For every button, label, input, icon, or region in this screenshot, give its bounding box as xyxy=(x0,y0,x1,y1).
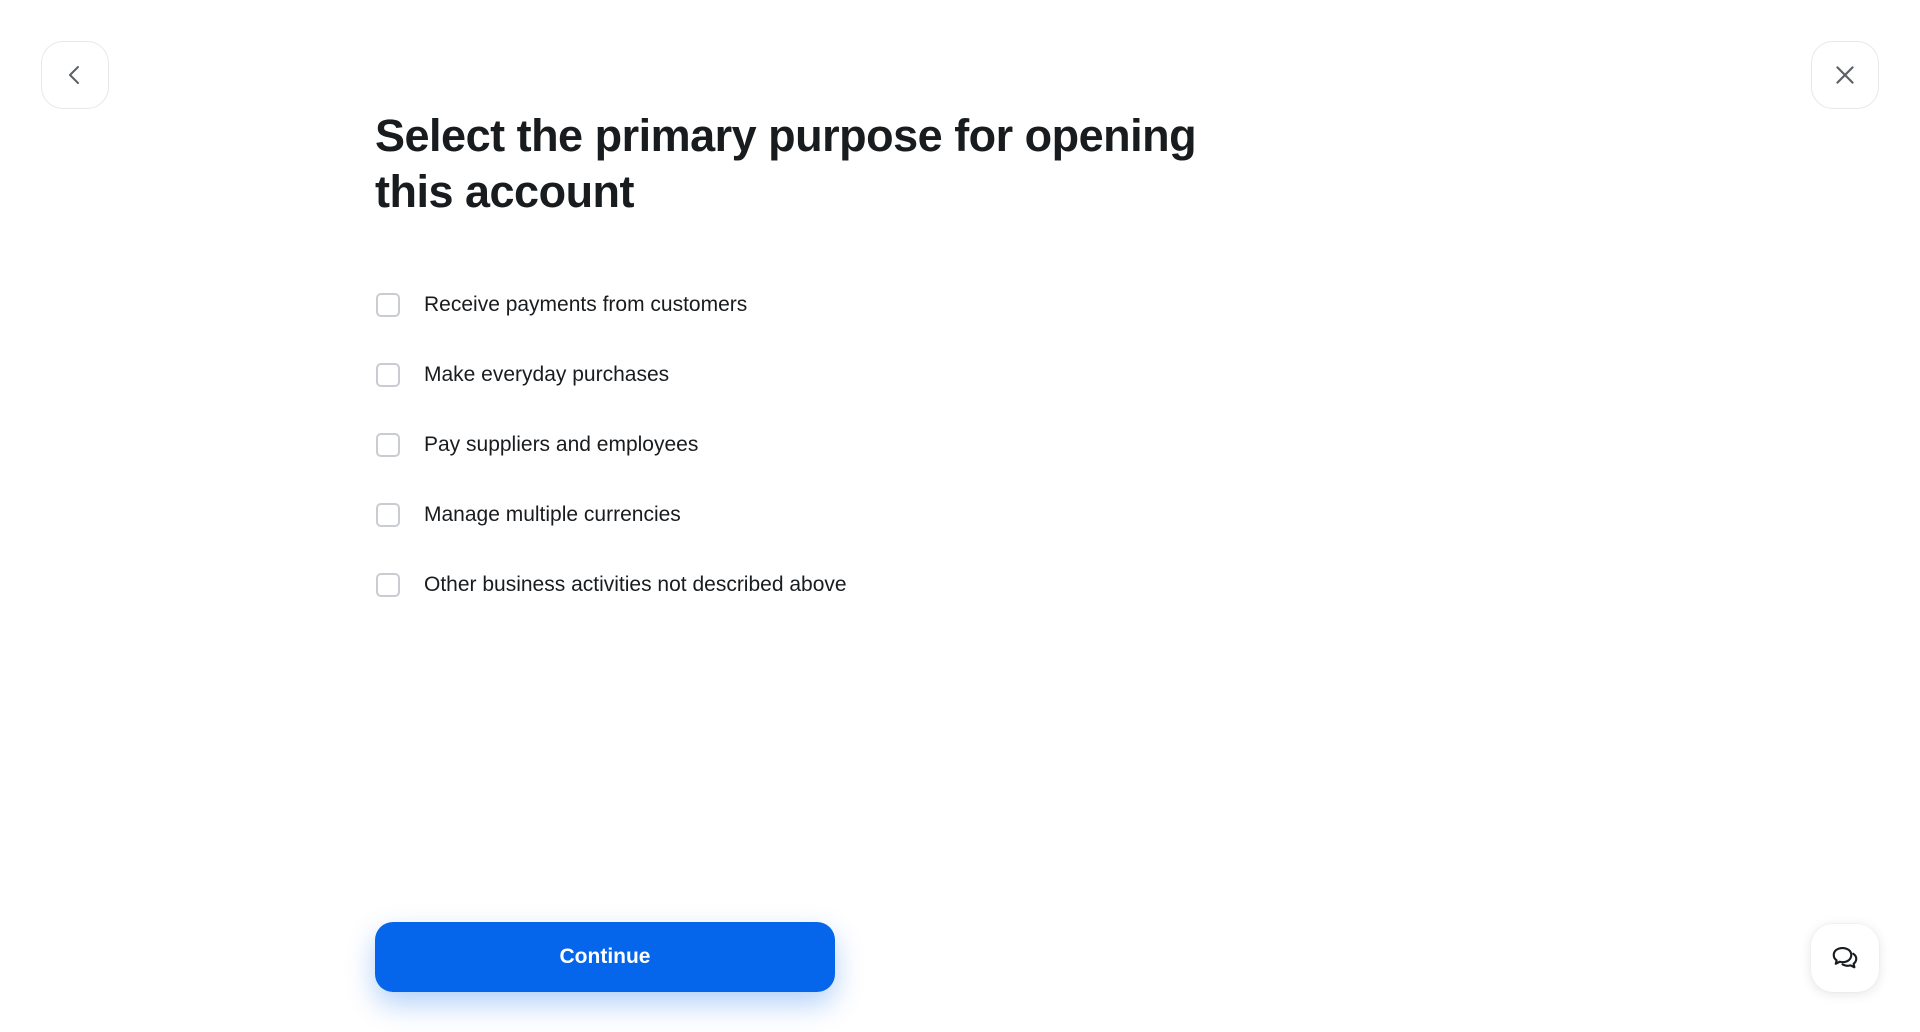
chat-support-button[interactable] xyxy=(1811,924,1879,992)
checkbox[interactable] xyxy=(376,573,400,597)
close-button[interactable] xyxy=(1811,41,1879,109)
purpose-options-list: Receive payments from customers Make eve… xyxy=(376,270,847,620)
continue-button[interactable]: Continue xyxy=(375,922,835,992)
purpose-option-other[interactable]: Other business activities not described … xyxy=(376,550,847,620)
close-icon xyxy=(1836,66,1854,84)
page-title: Select the primary purpose for opening t… xyxy=(375,110,1197,217)
purpose-option-receive-payments[interactable]: Receive payments from customers xyxy=(376,270,847,340)
purpose-option-pay-suppliers[interactable]: Pay suppliers and employees xyxy=(376,410,847,480)
checkbox[interactable] xyxy=(376,293,400,317)
option-label: Receive payments from customers xyxy=(424,293,748,316)
checkbox[interactable] xyxy=(376,433,400,457)
option-label: Make everyday purchases xyxy=(424,363,670,386)
back-button[interactable] xyxy=(41,41,109,109)
page: Select the primary purpose for opening t… xyxy=(0,0,1920,1032)
option-label: Other business activities not described … xyxy=(424,573,847,596)
checkbox[interactable] xyxy=(376,363,400,387)
option-label: Manage multiple currencies xyxy=(424,503,681,526)
purpose-option-everyday-purchases[interactable]: Make everyday purchases xyxy=(376,340,847,410)
option-label: Pay suppliers and employees xyxy=(424,433,699,456)
chevron-left-icon xyxy=(69,66,79,84)
checkbox[interactable] xyxy=(376,503,400,527)
chat-bubbles-icon xyxy=(1832,946,1858,969)
purpose-option-multiple-currencies[interactable]: Manage multiple currencies xyxy=(376,480,847,550)
